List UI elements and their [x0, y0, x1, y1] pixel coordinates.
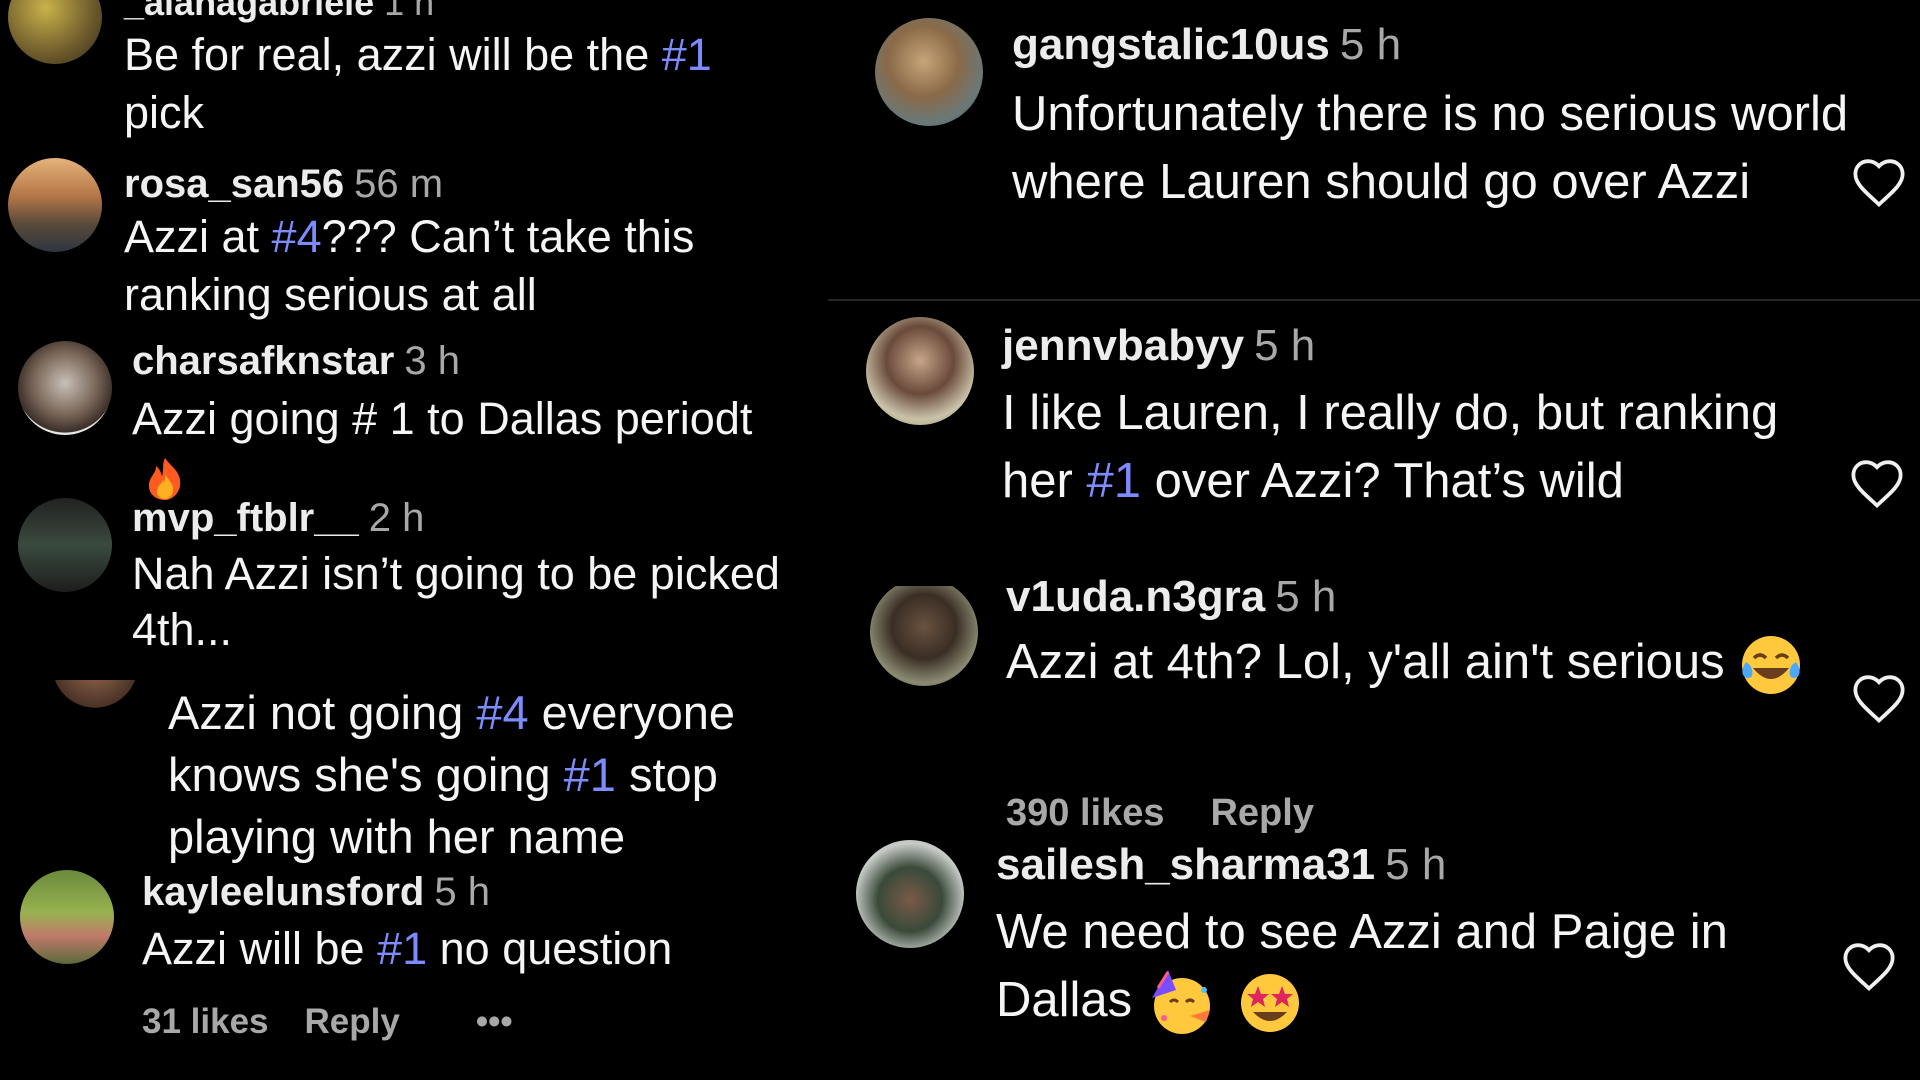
- comment-item: mvp_ftblr__ 2 h Nah Azzi isn’t going to b…: [0, 490, 820, 660]
- comment-item: _alanagabriele 1 h Be for real, azzi will…: [0, 0, 820, 150]
- reply-button[interactable]: Reply: [1210, 792, 1313, 834]
- hashtag-link[interactable]: #1: [564, 748, 616, 801]
- hashtag-link[interactable]: #4: [272, 211, 322, 262]
- username[interactable]: mvp_ftblr__ 2 h: [132, 496, 424, 541]
- comment-item: rosa_san56 56 m Azzi at #4??? Can’t take …: [0, 150, 820, 330]
- party-face-emoji-icon: [1151, 970, 1210, 1035]
- star-struck-emoji-icon: [1241, 974, 1300, 1033]
- comment-text-segment: Unfortunately there is no serious world …: [1012, 87, 1849, 209]
- username[interactable]: charsafknstar 3 h: [132, 339, 460, 384]
- avatar[interactable]: [856, 840, 964, 948]
- username[interactable]: _alanagabriele 1 h: [124, 0, 434, 24]
- comment-item: kayleelunsford 5 h Azzi will be #1 no que…: [0, 870, 820, 1080]
- username[interactable]: sailesh_sharma31 5 h: [996, 840, 1446, 890]
- hashtag-link[interactable]: #1: [377, 923, 427, 974]
- username[interactable]: gangstalic10us 5 h: [1012, 20, 1401, 70]
- comment-item: gangstalic10us 5 h Unfortunately there is…: [830, 0, 1920, 300]
- hashtag-link[interactable]: #1: [662, 29, 712, 80]
- heart-outline-icon[interactable]: [1850, 156, 1908, 208]
- comment-text-segment: Be for real, azzi will be the: [124, 29, 662, 80]
- more-options-button[interactable]: •••: [476, 1002, 513, 1041]
- avatar[interactable]: [18, 341, 112, 435]
- comment-item: jennvbabyy 5 h I like Lauren, I really do…: [830, 305, 1920, 575]
- avatar[interactable]: [18, 498, 112, 592]
- comment-text: Azzi at 4th? Lol, y'all ain't serious: [1006, 628, 1826, 698]
- heart-outline-icon[interactable]: [1840, 940, 1898, 992]
- comment-text-segment: Azzi at: [124, 211, 272, 262]
- comment-text: I like Lauren, I really do, but ranking …: [1002, 379, 1842, 515]
- comment-text: Be for real, azzi will be the #1 pick: [124, 26, 744, 142]
- comment-text-segment: Azzi going # 1 to Dallas periodt: [132, 393, 753, 444]
- comment-text: Azzi going # 1 to Dallas periodt: [132, 391, 812, 503]
- avatar[interactable]: [8, 158, 102, 252]
- comment-actions: 31 likes Reply •••: [142, 1002, 549, 1042]
- username[interactable]: rosa_san56 56 m: [124, 162, 443, 207]
- avatar[interactable]: [20, 870, 114, 964]
- like-count[interactable]: 390 likes: [1006, 792, 1164, 834]
- comment-item: charsafknstar 3 h Azzi going # 1 to Dalla…: [0, 335, 820, 501]
- avatar[interactable]: [875, 18, 983, 126]
- comment-text: Nah Azzi isn’t going to be picked 4th...: [132, 546, 822, 658]
- comment-text-segment: We need to see Azzi and Paige in Dallas: [996, 905, 1728, 1027]
- comment-text-segment: pick: [124, 87, 205, 138]
- hashtag-link[interactable]: #4: [476, 686, 528, 739]
- username[interactable]: kayleelunsford 5 h: [142, 870, 490, 915]
- comment-text-segment: no question: [427, 923, 673, 974]
- comment-text: We need to see Azzi and Paige in Dallas: [996, 898, 1836, 1038]
- comment-item: sailesh_sharma31 5 h We need to see Azzi …: [830, 840, 1920, 1080]
- comment-item: v1uda.n3gra 5 h Azzi at 4th? Lol, y'all a…: [830, 572, 1920, 840]
- comment-text-segment: Azzi not going: [168, 686, 477, 739]
- hashtag-link[interactable]: #1: [1086, 454, 1141, 508]
- avatar[interactable]: [866, 317, 974, 425]
- username[interactable]: jennvbabyy 5 h: [1002, 321, 1315, 371]
- comment-text: Azzi will be #1 no question: [142, 920, 802, 978]
- avatar[interactable]: [870, 586, 978, 686]
- comment-text-segment: over Azzi? That’s wild: [1140, 454, 1624, 508]
- comment-text: Azzi at #4??? Can’t take this ranking se…: [124, 208, 744, 324]
- comment-text-segment: Nah Azzi isn’t going to be picked 4th...: [132, 548, 780, 655]
- username[interactable]: v1uda.n3gra 5 h: [1006, 572, 1336, 622]
- comment-text-segment: Azzi will be: [142, 923, 378, 974]
- comment-text-segment: Azzi at 4th? Lol, y'all ain't serious: [1006, 635, 1739, 689]
- avatar[interactable]: [8, 0, 102, 64]
- divider: [828, 299, 1920, 301]
- reply-button[interactable]: Reply: [305, 1002, 400, 1041]
- comment-text: Azzi not going #4 everyone knows she's g…: [168, 682, 808, 868]
- comment-text: Unfortunately there is no serious world …: [1012, 80, 1852, 216]
- heart-outline-icon[interactable]: [1848, 457, 1906, 509]
- heart-outline-icon[interactable]: [1850, 672, 1908, 724]
- tears-of-joy-emoji-icon: [1742, 636, 1801, 695]
- comment-item: Azzi not going #4 everyone knows she's g…: [0, 680, 820, 870]
- like-count[interactable]: 31 likes: [142, 1002, 269, 1041]
- comment-actions: 390 likes Reply: [1006, 792, 1350, 835]
